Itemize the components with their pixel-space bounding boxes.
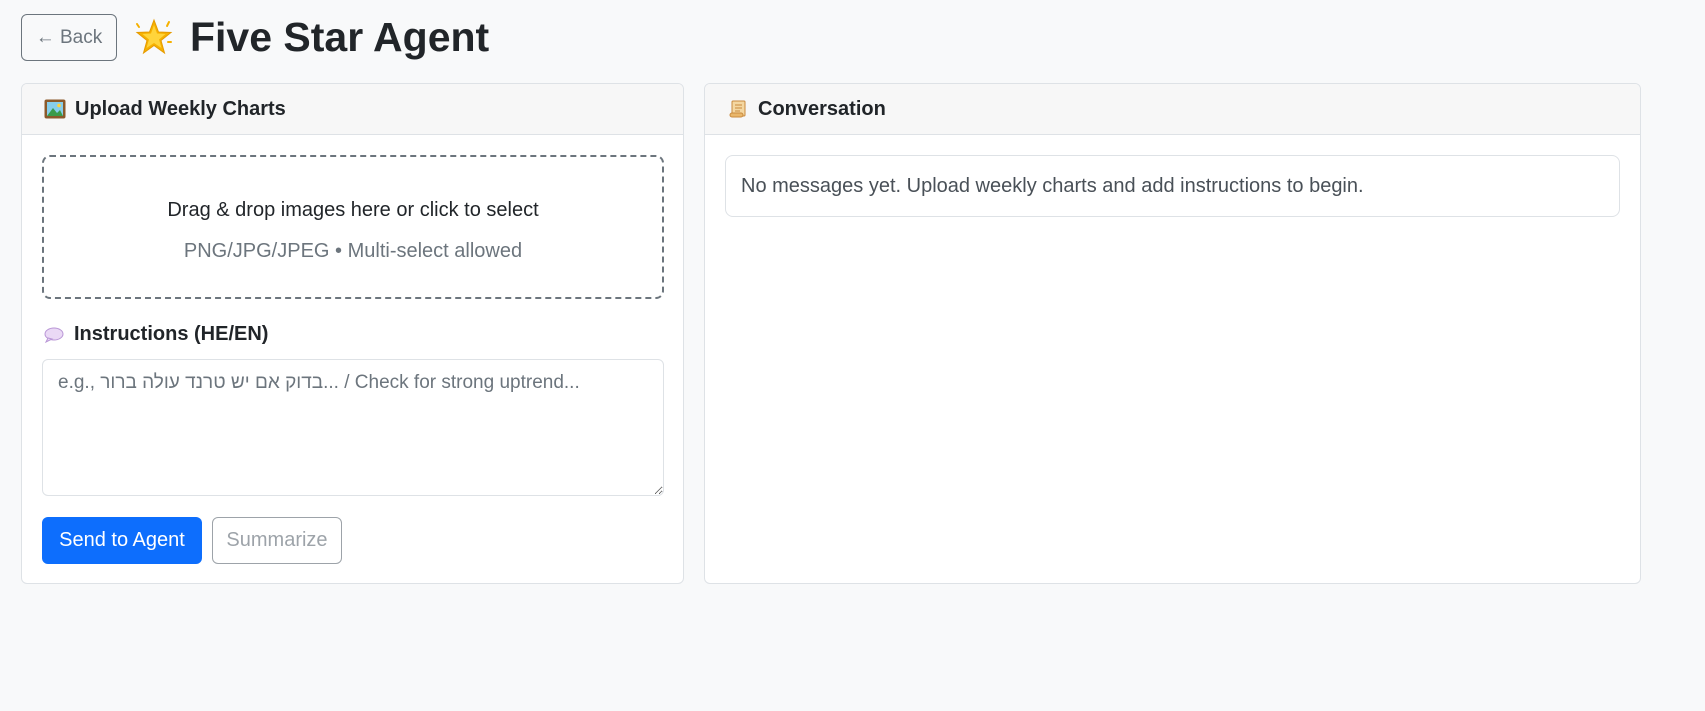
conversation-panel-header: Conversation	[705, 84, 1640, 135]
page-header: ← Back Five Star Agent	[21, 14, 489, 61]
scroll-icon	[727, 98, 749, 120]
empty-conversation-message: No messages yet. Upload weekly charts an…	[725, 155, 1620, 217]
back-button[interactable]: ← Back	[21, 14, 117, 61]
conversation-panel: Conversation No messages yet. Upload wee…	[704, 83, 1641, 584]
image-dropzone[interactable]: Drag & drop images here or click to sele…	[42, 155, 664, 299]
speech-balloon-icon	[44, 326, 66, 344]
page-title: Five Star Agent	[190, 14, 490, 60]
instructions-input[interactable]	[42, 359, 664, 496]
star-icon	[132, 16, 176, 60]
upload-panel: Upload Weekly Charts Drag & drop images …	[21, 83, 684, 584]
instructions-label-text: Instructions (HE/EN)	[74, 323, 269, 345]
conversation-panel-title: Conversation	[758, 97, 886, 120]
instructions-label: Instructions (HE/EN)	[44, 323, 268, 346]
dropzone-subtitle: PNG/JPG/JPEG • Multi-select allowed	[183, 240, 523, 262]
framed-picture-icon	[44, 98, 66, 120]
send-to-agent-button[interactable]: Send to Agent	[42, 517, 202, 564]
dropzone-title: Drag & drop images here or click to sele…	[167, 199, 539, 221]
upload-panel-title: Upload Weekly Charts	[75, 97, 286, 120]
summarize-button[interactable]: Summarize	[212, 517, 342, 564]
upload-panel-header: Upload Weekly Charts	[22, 84, 683, 135]
